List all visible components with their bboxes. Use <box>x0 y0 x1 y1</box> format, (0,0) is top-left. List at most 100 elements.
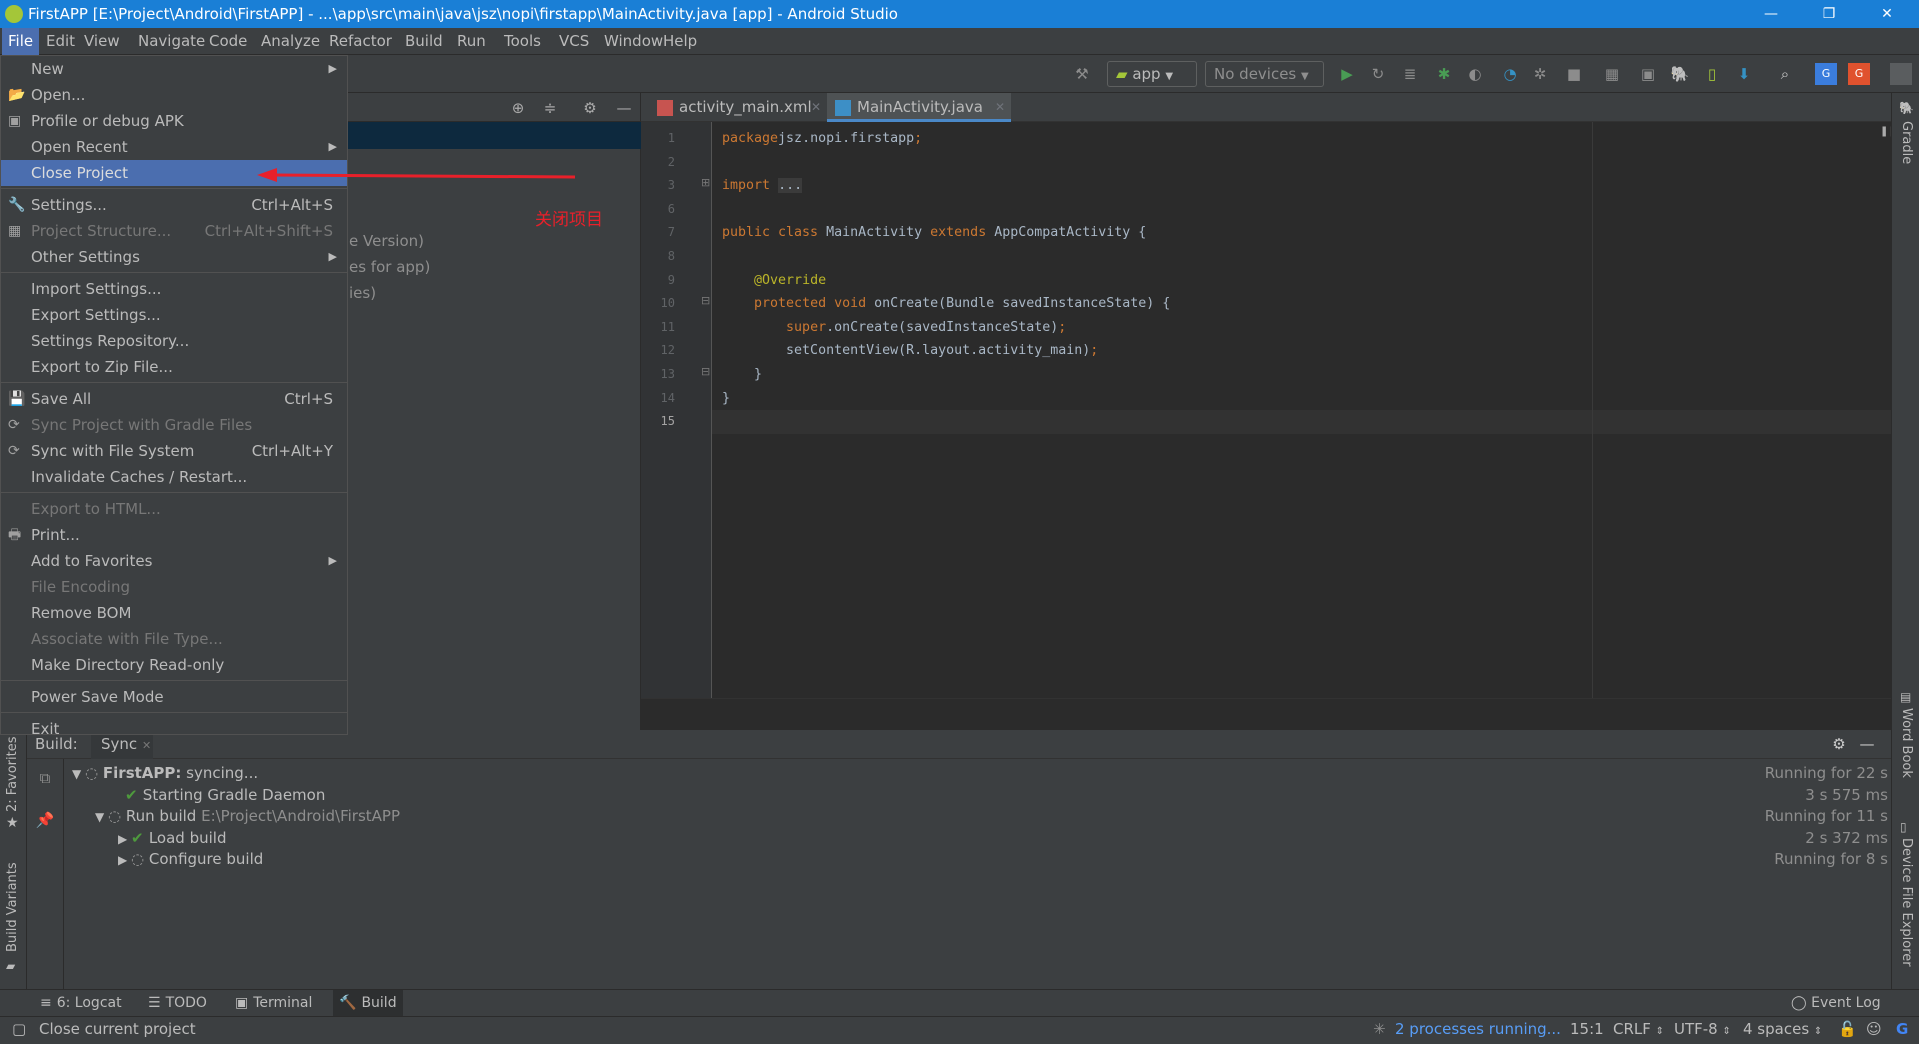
menu-item-add-to-favorites[interactable]: Add to Favorites ▶ <box>1 548 347 574</box>
locate-target-icon[interactable]: ⊕ <box>507 97 529 119</box>
hide-panel-icon[interactable]: — <box>613 97 635 119</box>
folded-imports[interactable]: ... <box>778 178 803 194</box>
pin-icon[interactable]: 📌 <box>34 809 56 831</box>
event-log-button[interactable]: ◯ Event Log <box>1785 990 1887 1017</box>
build-tree-row[interactable]: ▼ ◌ FirstAPP: syncing... <box>72 762 258 784</box>
avd-manager-icon[interactable]: ▯ <box>1701 63 1723 85</box>
translate-google-icon[interactable]: G <box>1815 63 1837 85</box>
menu-item-sync-with-file-system[interactable]: ⟳ Sync with File System Ctrl+Alt+Y <box>1 438 347 464</box>
line-separator-selector[interactable]: CRLF ⇕ <box>1613 1017 1664 1041</box>
menu-item-sync-project-with-gradle-files[interactable]: ⟳ Sync Project with Gradle Files <box>1 412 347 438</box>
caret-position[interactable]: 15:1 <box>1570 1017 1604 1041</box>
menu-item-export-settings[interactable]: Export Settings... <box>1 302 347 328</box>
build-tree-row[interactable]: ▶ ✔ Load build <box>118 827 226 849</box>
close-window-button[interactable]: ✕ <box>1864 0 1910 28</box>
menu-item-open[interactable]: 📂 Open... <box>1 82 347 108</box>
fold-collapse-icon[interactable]: ⊟ <box>701 294 710 307</box>
menu-item-invalidate-caches-restart[interactable]: Invalidate Caches / Restart... <box>1 464 347 490</box>
menu-item-make-directory-read-only[interactable]: Make Directory Read-only <box>1 652 347 678</box>
menu-item-profile-or-debug-apk[interactable]: ▣ Profile or debug APK <box>1 108 347 134</box>
menu-edit[interactable]: Edit <box>40 28 81 55</box>
run-anything-icon[interactable]: ▣ <box>1637 63 1659 85</box>
lock-icon[interactable]: 🔓 <box>1838 1017 1857 1041</box>
menu-tools[interactable]: Tools <box>498 28 547 55</box>
code-line[interactable]: setContentView(R.layout.activity_main); <box>722 339 1098 362</box>
menu-vcs[interactable]: VCS <box>553 28 595 55</box>
tool-build[interactable]: 🔨 Build <box>333 990 403 1017</box>
menu-item-remove-bom[interactable]: Remove BOM <box>1 600 347 626</box>
collapse-all-icon[interactable]: ≑ <box>539 97 561 119</box>
code-line[interactable]: } <box>722 363 762 386</box>
background-processes-link[interactable]: 2 processes running... <box>1395 1017 1561 1041</box>
menu-code[interactable]: Code <box>203 28 253 55</box>
device-file-explorer-tool-button[interactable]: Device File Explorer <box>1899 838 1914 967</box>
collapsed-arrow-icon[interactable]: ▶ <box>118 832 131 846</box>
gradle-sync-icon[interactable]: 🐘 <box>1669 63 1691 85</box>
code-line[interactable]: public class MainActivity extends AppCom… <box>722 221 1146 244</box>
tab-mainactivity-java[interactable]: MainActivity.java ✕ <box>827 93 1011 122</box>
run-icon[interactable]: ▶ <box>1336 63 1358 85</box>
sdk-manager-icon[interactable]: ⬇ <box>1733 63 1755 85</box>
search-icon[interactable]: ⌕ <box>1774 63 1796 85</box>
menu-help[interactable]: Help <box>657 28 703 55</box>
menu-item-export-to-html[interactable]: Export to HTML... <box>1 496 347 522</box>
menu-item-save-all[interactable]: 💾 Save All Ctrl+S <box>1 386 347 412</box>
fold-end-icon[interactable]: ⊟ <box>701 365 710 378</box>
inspector-icon[interactable]: ☺ <box>1866 1017 1882 1041</box>
menu-item-new[interactable]: New ▶ <box>1 56 347 82</box>
layout-icon[interactable] <box>1890 63 1912 85</box>
encoding-selector[interactable]: UTF-8 ⇕ <box>1674 1017 1731 1041</box>
fold-expand-icon[interactable]: ⊞ <box>701 176 710 189</box>
project-structure-icon[interactable]: ▦ <box>1601 63 1623 85</box>
close-tab-icon[interactable]: ✕ <box>995 93 1005 121</box>
code-line[interactable]: protected void onCreate(Bundle savedInst… <box>722 292 1170 315</box>
horizontal-scrollbar[interactable] <box>641 698 1891 730</box>
tree-item[interactable]: ies) <box>349 284 376 302</box>
menu-item-file-encoding[interactable]: File Encoding <box>1 574 347 600</box>
code-line[interactable]: import ... <box>722 174 803 197</box>
tool-todo[interactable]: ☰ TODO <box>142 990 213 1017</box>
gear-icon[interactable]: ⚙ <box>1828 733 1850 755</box>
apply-changes-icon[interactable]: ↻ <box>1367 63 1389 85</box>
profile-icon[interactable]: ◔ <box>1499 63 1521 85</box>
attach-debugger-icon[interactable]: ✲ <box>1529 63 1551 85</box>
build-variants-tool-button[interactable]: Build Variants <box>5 862 20 952</box>
menu-item-associate-with-file-type[interactable]: Associate with File Type... <box>1 626 347 652</box>
menu-item-other-settings[interactable]: Other Settings ▶ <box>1 244 347 270</box>
collapsed-arrow-icon[interactable]: ▶ <box>118 853 131 867</box>
status-toggle-icon[interactable]: ▢ <box>12 1017 26 1041</box>
menu-build[interactable]: Build <box>399 28 449 55</box>
menu-run[interactable]: Run <box>451 28 492 55</box>
expanded-arrow-icon[interactable]: ▼ <box>72 767 85 781</box>
tree-item[interactable]: e Version) <box>349 232 424 250</box>
make-project-hammer-icon[interactable]: ⚒ <box>1071 63 1093 85</box>
build-tree-row[interactable]: ▼ ◌ Run build E:\Project\Android\FirstAP… <box>95 805 400 827</box>
menu-item-open-recent[interactable]: Open Recent ▶ <box>1 134 347 160</box>
apply-code-changes-icon[interactable]: ≣ <box>1399 63 1421 85</box>
menu-item-print[interactable]: 🖶 Print... <box>1 522 347 548</box>
menu-analyze[interactable]: Analyze <box>255 28 326 55</box>
hide-panel-icon[interactable]: — <box>1856 733 1878 755</box>
tool-terminal[interactable]: ▣ Terminal <box>229 990 318 1017</box>
menu-item-export-to-zip-file[interactable]: Export to Zip File... <box>1 354 347 380</box>
close-tab-icon[interactable]: ✕ <box>811 93 821 121</box>
menu-item-settings-repository[interactable]: Settings Repository... <box>1 328 347 354</box>
code-line[interactable]: @Override <box>722 269 826 292</box>
gear-icon[interactable]: ⚙ <box>579 97 601 119</box>
tool-6-logcat[interactable]: ≡ 6: Logcat <box>34 990 128 1017</box>
restore-button[interactable]: ❐ <box>1806 0 1852 28</box>
menu-item-import-settings[interactable]: Import Settings... <box>1 276 347 302</box>
code-line[interactable]: packagejsz.nopi.firstapp; <box>722 127 922 150</box>
google-icon[interactable]: G <box>1896 1017 1908 1041</box>
minimize-button[interactable]: — <box>1748 0 1794 28</box>
translate-alt-icon[interactable]: G <box>1848 63 1870 85</box>
code-line[interactable]: super.onCreate(savedInstanceState); <box>722 316 1066 339</box>
debug-bug-icon[interactable]: ✱ <box>1433 63 1455 85</box>
favorites-tool-button[interactable]: 2: Favorites <box>5 736 20 812</box>
coverage-icon[interactable]: ◐ <box>1464 63 1486 85</box>
menu-item-exit[interactable]: Exit <box>1 716 347 742</box>
stop-icon[interactable]: ■ <box>1563 63 1585 85</box>
menu-item-power-save-mode[interactable]: Power Save Mode <box>1 684 347 710</box>
device-dropdown[interactable]: No devices ▼ <box>1205 61 1324 87</box>
toggle-view-icon[interactable]: ⧉ <box>34 767 56 789</box>
